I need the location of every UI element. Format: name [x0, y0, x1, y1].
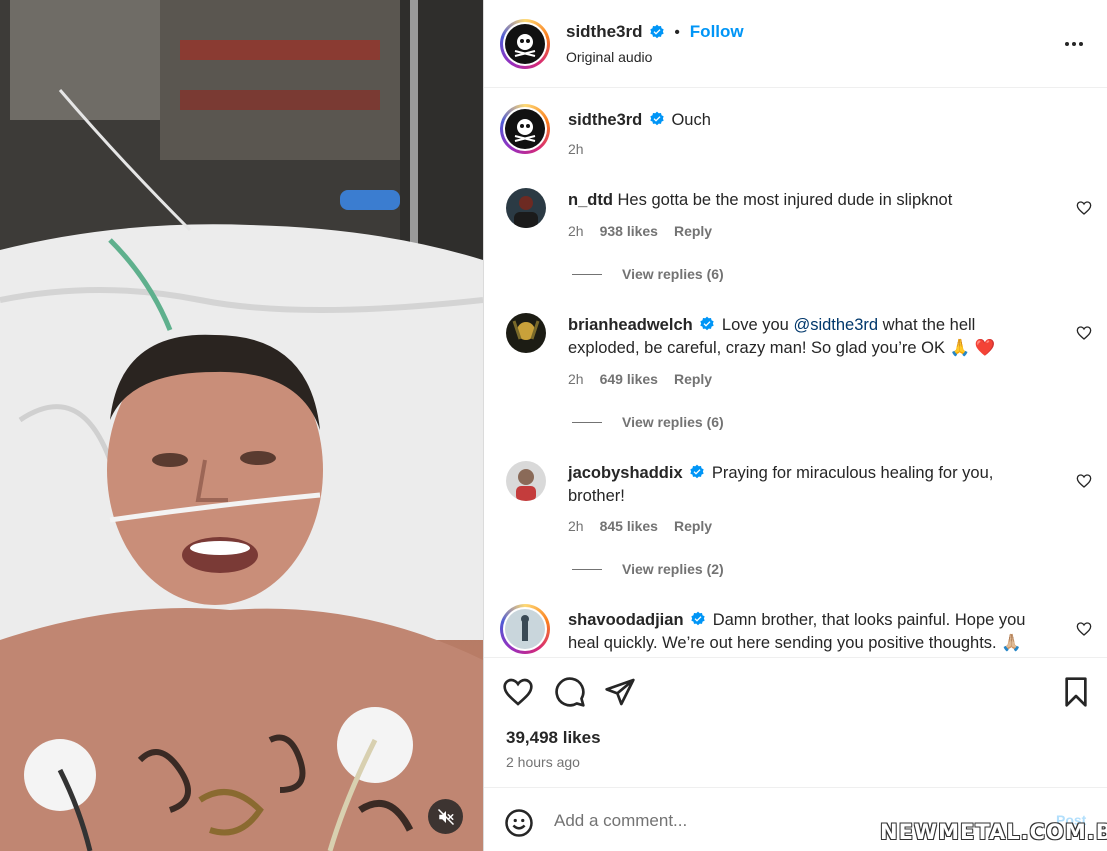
- comment-body: Hes gotta be the most injured dude in sl…: [617, 191, 953, 209]
- author-avatar[interactable]: [500, 19, 550, 69]
- skull-logo-icon: [514, 34, 536, 57]
- reply-button[interactable]: Reply: [674, 223, 712, 239]
- caption-avatar[interactable]: [500, 104, 550, 154]
- view-replies-button[interactable]: View replies (6): [572, 414, 724, 430]
- comment-likes[interactable]: 649 likes: [600, 371, 658, 387]
- comment-username[interactable]: brianheadwelch: [568, 316, 693, 334]
- video-frame-illustration: [0, 0, 483, 851]
- avatar-image: [516, 469, 536, 501]
- comments-list[interactable]: sidthe3rd Ouch 2h n_dtd Hes gotta be the…: [484, 89, 1107, 657]
- comment-text: brianheadwelch Love you @sidthe3rd what …: [568, 314, 1048, 360]
- commenter-avatar[interactable]: [506, 313, 546, 353]
- verified-badge-icon: [690, 464, 704, 479]
- verified-badge-icon: [691, 611, 705, 626]
- like-comment-heart-icon[interactable]: [1076, 473, 1092, 489]
- commenter-avatar[interactable]: [506, 188, 546, 228]
- like-heart-icon[interactable]: [502, 676, 534, 708]
- share-paper-plane-icon[interactable]: [604, 676, 636, 708]
- more-options-button[interactable]: [1060, 34, 1088, 54]
- replies-line: [572, 273, 602, 275]
- verified-badge-icon: [649, 24, 664, 39]
- separator-dot: •: [674, 23, 680, 41]
- mention-link[interactable]: @sidthe3rd: [793, 316, 878, 334]
- more-dot-icon: [1079, 42, 1083, 46]
- view-replies-button[interactable]: View replies (6): [572, 266, 724, 282]
- caption-username[interactable]: sidthe3rd: [568, 111, 642, 129]
- like-comment-heart-icon[interactable]: [1076, 325, 1092, 341]
- mute-toggle-button[interactable]: [428, 799, 463, 834]
- comment-username[interactable]: shavoodadjian: [568, 611, 684, 629]
- comment-meta: 2h 845 likes Reply: [568, 518, 712, 534]
- reply-button[interactable]: Reply: [674, 371, 712, 387]
- caption-time[interactable]: 2h: [568, 141, 584, 157]
- commenter-avatar[interactable]: [500, 604, 550, 654]
- avatar-image: [514, 196, 538, 228]
- comment-time[interactable]: 2h: [568, 223, 584, 239]
- comment-text: n_dtd Hes gotta be the most injured dude…: [568, 189, 1048, 212]
- save-bookmark-icon[interactable]: [1060, 676, 1092, 708]
- comment-username[interactable]: n_dtd: [568, 191, 613, 209]
- follow-button[interactable]: Follow: [690, 22, 744, 42]
- post-details-panel: sidthe3rd • Follow Original audio sidthe…: [483, 0, 1107, 851]
- view-replies-label: View replies (6): [622, 414, 724, 430]
- comment-username[interactable]: jacobyshaddix: [568, 464, 683, 482]
- verified-badge-icon: [700, 316, 714, 331]
- post-header: sidthe3rd • Follow Original audio: [484, 0, 1107, 88]
- comment-body-start: Love you: [721, 316, 794, 334]
- comment-bubble-icon[interactable]: [554, 676, 586, 708]
- volume-muted-icon: [437, 808, 454, 825]
- skull-logo-icon: [514, 119, 536, 142]
- caption-body: Ouch: [671, 111, 711, 129]
- commenter-avatar[interactable]: [506, 461, 546, 501]
- avatar-image: [521, 615, 529, 641]
- more-dot-icon: [1065, 42, 1069, 46]
- replies-line: [572, 421, 602, 423]
- site-watermark: NEWMETAL.COM.BR: [880, 820, 1107, 844]
- comment-time[interactable]: 2h: [568, 518, 584, 534]
- like-comment-heart-icon[interactable]: [1076, 200, 1092, 216]
- comment-text: jacobyshaddix Praying for miraculous hea…: [568, 462, 1048, 508]
- avatar-image: [512, 320, 540, 340]
- emoji-picker-icon[interactable]: [504, 808, 534, 838]
- audio-label[interactable]: Original audio: [566, 49, 652, 65]
- post-actions: 39,498 likes 2 hours ago: [484, 657, 1107, 787]
- caption-text: sidthe3rd Ouch: [568, 109, 1048, 132]
- view-replies-label: View replies (6): [622, 266, 724, 282]
- replies-line: [572, 568, 602, 570]
- post-video[interactable]: [0, 0, 483, 851]
- comment-text: shavoodadjian Damn brother, that looks p…: [568, 609, 1048, 655]
- author-line: sidthe3rd • Follow: [566, 22, 744, 42]
- view-replies-label: View replies (2): [622, 561, 724, 577]
- reply-button[interactable]: Reply: [674, 518, 712, 534]
- post-timestamp[interactable]: 2 hours ago: [506, 754, 580, 770]
- author-username[interactable]: sidthe3rd: [566, 22, 643, 42]
- verified-badge-icon: [650, 111, 664, 126]
- more-dot-icon: [1072, 42, 1076, 46]
- likes-count[interactable]: 39,498 likes: [506, 728, 601, 748]
- comment-meta: 2h 938 likes Reply: [568, 223, 712, 239]
- caption-meta: 2h: [568, 141, 584, 157]
- comment-likes[interactable]: 938 likes: [600, 223, 658, 239]
- comment-likes[interactable]: 845 likes: [600, 518, 658, 534]
- like-comment-heart-icon[interactable]: [1076, 621, 1092, 637]
- comment-meta: 2h 649 likes Reply: [568, 371, 712, 387]
- comment-time[interactable]: 2h: [568, 371, 584, 387]
- view-replies-button[interactable]: View replies (2): [572, 561, 724, 577]
